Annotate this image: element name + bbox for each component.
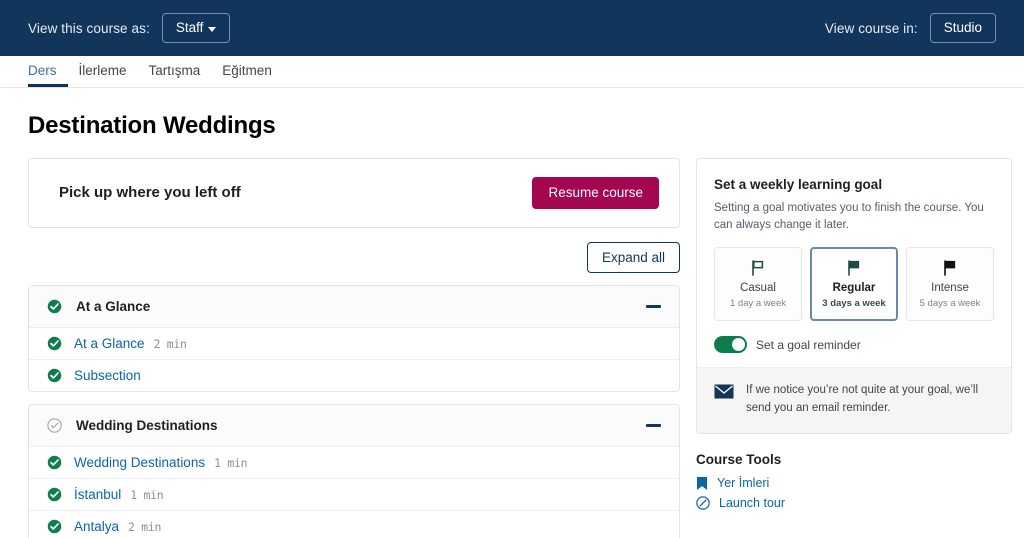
goal-option-sub: 5 days a week [919, 298, 981, 310]
page-title: Destination Weddings [28, 112, 276, 139]
section-title: At a Glance [76, 299, 151, 314]
page-content: Destination Weddings Pick up where you l… [0, 112, 1024, 538]
open-studio-label: Studio [943, 20, 982, 36]
weekly-goal-title: Set a weekly learning goal [714, 177, 883, 192]
course-tool-label: Launch tour [719, 495, 786, 510]
resume-heading: Pick up where you left off [59, 184, 241, 202]
bookmark-icon [697, 476, 707, 490]
masquerade-bar: View this course as: Staff View course i… [0, 0, 1024, 56]
expand-all-row: Expand all [28, 241, 680, 273]
masquerade-right-group: View course in: Studio [825, 13, 996, 43]
section-body: At a Glance 2 min Subsection [29, 328, 679, 391]
main-column: Pick up where you left off Resume course… [28, 158, 680, 538]
resume-card: Pick up where you left off Resume course [28, 158, 680, 228]
content-columns: Pick up where you left off Resume course… [28, 158, 1012, 538]
course-tool-launch-tour[interactable]: Launch tour [696, 496, 1012, 510]
outline-section: At a Glance At a Glance 2 min Subsection [28, 285, 680, 392]
tab-instructor[interactable]: Eğitmen [211, 56, 283, 87]
envelope-icon [714, 384, 734, 399]
goal-option-casual[interactable]: Casual 1 day a week [714, 247, 802, 322]
unit-duration: 1 min [130, 487, 164, 502]
goal-option-intense[interactable]: Intense 5 days a week [906, 247, 994, 322]
goal-option-regular[interactable]: Regular 3 days a week [810, 247, 898, 322]
tab-course[interactable]: Ders [28, 56, 68, 87]
goal-option-name: Intense [931, 282, 969, 295]
unit-row[interactable]: Subsection [29, 360, 679, 391]
chevron-down-icon [208, 26, 217, 32]
sidebar-column: Set a weekly learning goal Setting a goa… [696, 158, 1012, 515]
resume-course-button[interactable]: Resume course [532, 177, 659, 209]
unit-link[interactable]: Subsection [74, 368, 141, 383]
unit-link[interactable]: Wedding Destinations [74, 455, 205, 470]
course-tools-title: Course Tools [696, 451, 782, 467]
unit-link[interactable]: İstanbul [74, 487, 121, 502]
goal-reminder-row: Set a goal reminder [714, 336, 994, 354]
course-tools-panel: Course Tools Yer İmleri Launch tour [696, 452, 1012, 510]
role-select-value: Staff [175, 20, 204, 36]
goal-reminder-note: If we notice you’re not quite at your go… [697, 367, 1011, 433]
tab-course-label: Ders [28, 62, 57, 78]
course-tool-bookmarks[interactable]: Yer İmleri [696, 476, 1012, 491]
unit-link[interactable]: Antalya [74, 519, 119, 534]
unit-duration: 1 min [214, 455, 248, 470]
unit-row[interactable]: At a Glance 2 min [29, 328, 679, 360]
collapse-minus-icon[interactable] [646, 305, 661, 308]
weekly-goal-card: Set a weekly learning goal Setting a goa… [696, 158, 1012, 434]
goal-option-name: Regular [832, 282, 876, 295]
tab-discussion[interactable]: Tartışma [138, 56, 212, 87]
goal-reminder-label: Set a goal reminder [756, 337, 861, 352]
unit-row[interactable]: Antalya 2 min [29, 511, 679, 538]
section-title: Wedding Destinations [76, 418, 218, 433]
unit-row[interactable]: İstanbul 1 min [29, 479, 679, 511]
tab-instructor-label: Eğitmen [222, 62, 272, 78]
flag-solid-icon [911, 260, 989, 277]
section-header-at-a-glance[interactable]: At a Glance [29, 286, 679, 328]
unit-duration: 2 min [153, 336, 187, 351]
goal-reminder-note-text: If we notice you’re not quite at your go… [746, 384, 979, 414]
unit-link[interactable]: At a Glance [74, 336, 145, 351]
section-body: Wedding Destinations 1 min İstanbul 1 mi… [29, 447, 679, 538]
check-circle-complete-icon [47, 368, 62, 383]
goal-option-sub: 3 days a week [822, 298, 886, 310]
view-course-in-label: View course in: [824, 20, 918, 36]
goal-option-name: Casual [740, 282, 776, 295]
check-circle-complete-icon [47, 336, 62, 351]
collapse-minus-icon[interactable] [646, 424, 661, 427]
flag-filled-icon [815, 260, 893, 277]
check-circle-complete-icon [47, 299, 62, 314]
course-tabs: Ders İlerleme Tartışma Eğitmen [0, 56, 1024, 88]
weekly-goal-body: Set a weekly learning goal Setting a goa… [697, 159, 1011, 367]
compass-icon [696, 496, 710, 510]
open-studio-button[interactable]: Studio [929, 13, 996, 43]
unit-row[interactable]: Wedding Destinations 1 min [29, 447, 679, 479]
section-header-wedding-destinations[interactable]: Wedding Destinations [29, 405, 679, 447]
goal-option-sub: 1 day a week [730, 298, 786, 310]
expand-all-button[interactable]: Expand all [586, 241, 680, 273]
course-tool-label: Yer İmleri [717, 476, 770, 491]
goal-reminder-toggle[interactable] [714, 336, 747, 354]
toggle-knob [732, 338, 745, 352]
goal-options-group: Casual 1 day a week Regular 3 days a wee… [714, 247, 994, 322]
tab-progress[interactable]: İlerleme [68, 56, 138, 87]
masquerade-left-group: View this course as: Staff [28, 13, 231, 43]
flag-outline-icon [719, 260, 797, 277]
check-circle-complete-icon [47, 519, 62, 534]
role-select-button[interactable]: Staff [161, 13, 231, 43]
view-as-label: View this course as: [28, 20, 150, 36]
weekly-goal-description: Setting a goal motivates you to finish t… [714, 202, 984, 231]
unit-duration: 2 min [128, 519, 162, 534]
outline-section: Wedding Destinations Wedding Destination… [28, 404, 680, 538]
check-circle-complete-icon [47, 487, 62, 502]
check-circle-incomplete-icon [47, 418, 62, 433]
check-circle-complete-icon [47, 455, 62, 470]
tab-discussion-label: Tartışma [148, 62, 201, 78]
tab-progress-label: İlerleme [78, 62, 127, 78]
